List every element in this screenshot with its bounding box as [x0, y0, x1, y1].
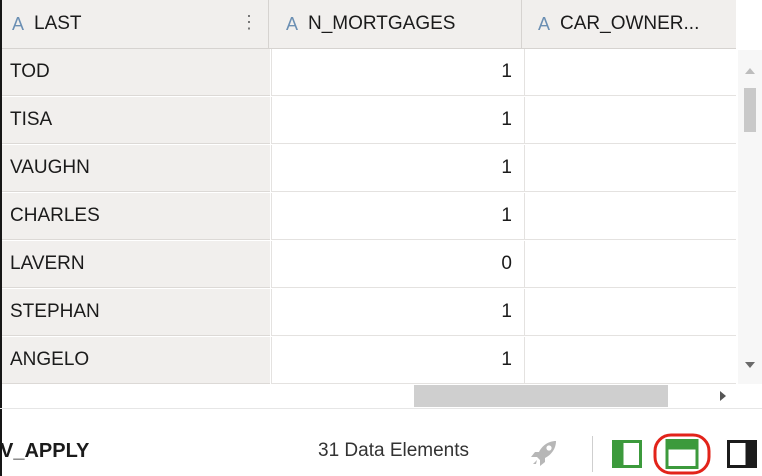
cell-n-mortgages[interactable]: 1 — [271, 289, 524, 336]
table-row[interactable]: TOD 1 — [2, 49, 736, 97]
table-row[interactable]: STEPHAN 1 — [2, 289, 736, 337]
cell-last[interactable]: VAUGHN — [2, 145, 270, 192]
column-divider[interactable] — [521, 0, 522, 48]
column-divider[interactable] — [268, 0, 269, 48]
table-row[interactable]: VAUGHN 1 — [2, 145, 736, 193]
cell-car-owner[interactable] — [524, 97, 736, 144]
data-elements-count: 31 Data Elements — [318, 440, 470, 461]
table-row[interactable]: CHARLES 1 — [2, 193, 736, 241]
data-viewer: A LAST ⋮ A N_MORTGAGES A CAR_OWNER... TO… — [0, 0, 762, 476]
horizontal-scrollbar[interactable] — [2, 384, 738, 408]
cell-car-owner[interactable] — [524, 289, 736, 336]
cell-last[interactable]: LAVERN — [2, 241, 270, 288]
top-panel-layout-icon[interactable] — [652, 432, 712, 476]
cell-car-owner[interactable] — [524, 337, 736, 384]
vertical-scrollbar[interactable] — [738, 50, 762, 384]
left-panel-layout-icon[interactable] — [612, 440, 642, 468]
column-name: LAST — [34, 13, 82, 34]
right-panel-layout-icon[interactable] — [727, 440, 757, 468]
table-row[interactable]: LAVERN 0 — [2, 241, 736, 289]
type-letter: A — [538, 13, 551, 34]
column-name: N_MORTGAGES — [308, 13, 456, 34]
grid-header: A LAST ⋮ A N_MORTGAGES A CAR_OWNER... — [2, 0, 736, 49]
cell-last[interactable]: TOD — [2, 49, 270, 96]
column-header-n-mortgages[interactable]: A N_MORTGAGES — [286, 0, 455, 48]
cell-car-owner[interactable] — [524, 193, 736, 240]
cell-car-owner[interactable] — [524, 49, 736, 96]
rocket-icon[interactable] — [528, 438, 564, 468]
cell-n-mortgages[interactable]: 0 — [271, 241, 524, 288]
scroll-down-icon[interactable] — [745, 362, 755, 368]
toolbar-separator — [592, 436, 593, 472]
grid-body: TOD 1 TISA 1 VAUGHN 1 CHARLES 1 LAVERN 0… — [2, 49, 736, 385]
cell-last[interactable]: ANGELO — [2, 337, 270, 384]
table-row[interactable]: TISA 1 — [2, 97, 736, 145]
cell-last[interactable]: CHARLES — [2, 193, 270, 240]
dataset-name: V_APPLY — [0, 440, 90, 462]
column-header-car-owner[interactable]: A CAR_OWNER... — [538, 0, 699, 48]
cell-n-mortgages[interactable]: 1 — [271, 337, 524, 384]
column-header-last[interactable]: A LAST — [12, 0, 82, 48]
scroll-up-icon[interactable] — [745, 68, 755, 74]
horizontal-scroll-thumb[interactable] — [414, 385, 668, 407]
cell-car-owner[interactable] — [524, 241, 736, 288]
vertical-scroll-thumb[interactable] — [744, 88, 756, 132]
cell-last[interactable]: STEPHAN — [2, 289, 270, 336]
type-letter: A — [12, 13, 25, 34]
table-row[interactable]: ANGELO 1 — [2, 337, 736, 385]
cell-n-mortgages[interactable]: 1 — [271, 193, 524, 240]
cell-car-owner[interactable] — [524, 145, 736, 192]
scroll-right-icon[interactable] — [720, 391, 726, 401]
footer-divider — [0, 408, 762, 409]
cell-n-mortgages[interactable]: 1 — [271, 145, 524, 192]
cell-last[interactable]: TISA — [2, 97, 270, 144]
cell-n-mortgages[interactable]: 1 — [271, 49, 524, 96]
column-name: CAR_OWNER... — [560, 13, 700, 34]
type-letter: A — [286, 13, 299, 34]
column-menu-icon[interactable]: ⋮ — [240, 12, 258, 33]
cell-n-mortgages[interactable]: 1 — [271, 97, 524, 144]
